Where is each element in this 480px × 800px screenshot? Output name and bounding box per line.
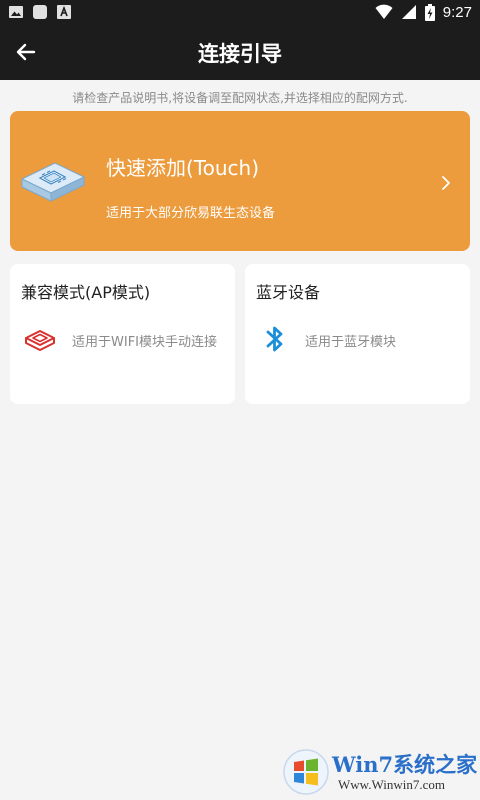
watermark: Win7系统之家 Www.Winwin7.com [282, 746, 478, 798]
wifi-icon [375, 4, 393, 19]
ap-mode-title: 兼容模式(AP模式) [21, 283, 151, 302]
device-chip-icon [20, 162, 86, 202]
watermark-brand: Win7系统之家 [332, 752, 478, 777]
bluetooth-subtitle: 适用于蓝牙模块 [305, 335, 397, 350]
status-bar: 9:27 [0, 0, 480, 24]
ap-module-icon [25, 330, 55, 351]
chevron-right-icon [442, 176, 450, 190]
battery-charging-icon [424, 3, 435, 21]
app-notification-icon [33, 5, 47, 19]
clock: 9:27 [442, 3, 472, 21]
system-status: 9:27 [375, 3, 472, 21]
instruction-text: 请检查产品说明书,将设备调至配网状态,并选择相应的配网方式. [72, 91, 408, 105]
text-notification-icon [57, 5, 71, 19]
ap-mode-subtitle: 适用于WIFI模块手动连接 [72, 335, 217, 350]
quick-add-card[interactable]: 快速添加(Touch) 适用于大部分欣易联生态设备 [10, 111, 470, 251]
app-bar: 连接引导 [0, 24, 480, 80]
bluetooth-card[interactable]: 蓝牙设备 适用于蓝牙模块 [245, 264, 470, 404]
signal-icon [401, 5, 416, 19]
quick-add-subtitle: 适用于大部分欣易联生态设备 [106, 206, 276, 221]
notification-icons [8, 4, 72, 20]
bluetooth-title: 蓝牙设备 [256, 283, 321, 302]
image-notification-icon [9, 6, 23, 18]
windows-logo-icon [283, 749, 329, 795]
page-title: 连接引导 [198, 42, 282, 66]
bluetooth-icon [266, 326, 283, 352]
quick-add-title: 快速添加(Touch) [106, 156, 260, 180]
ap-mode-card[interactable]: 兼容模式(AP模式) 适用于WIFI模块手动连接 [10, 264, 235, 404]
watermark-url: Www.Winwin7.com [338, 777, 445, 792]
